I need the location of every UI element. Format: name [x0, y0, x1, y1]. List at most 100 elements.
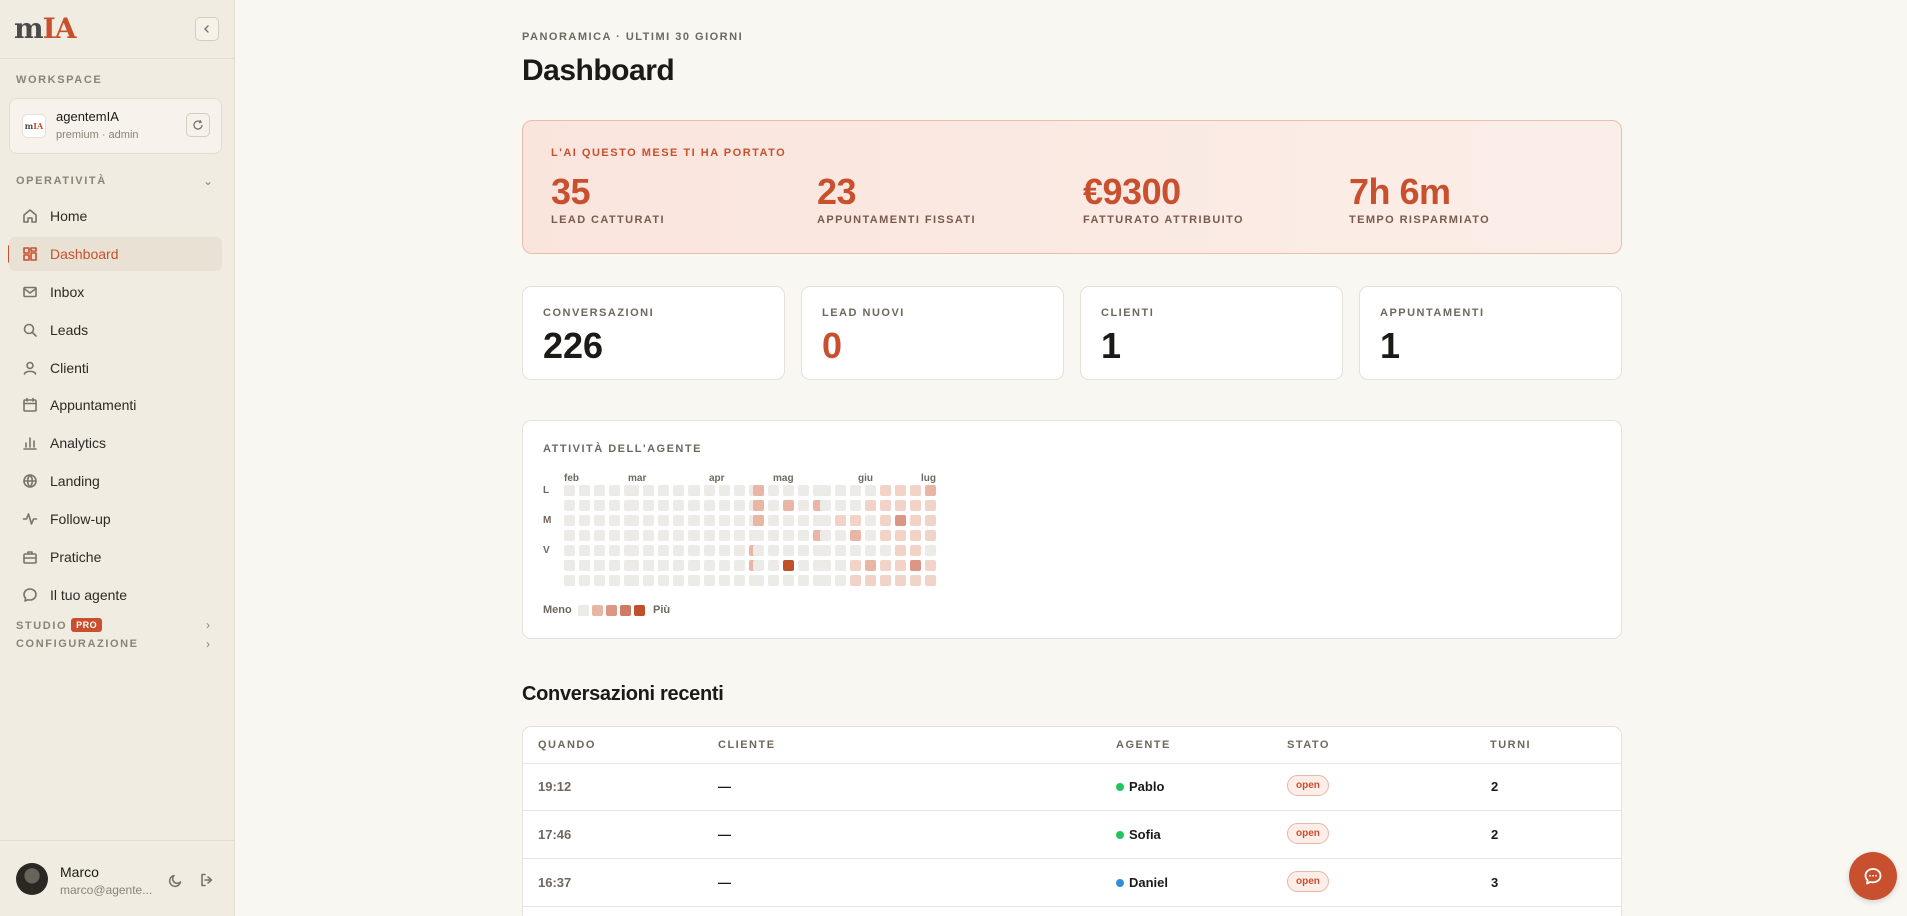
heatmap-cell	[673, 575, 684, 586]
heatmap-cell	[609, 545, 620, 556]
stat-label: APPUNTAMENTI	[1380, 307, 1485, 319]
heatmap-cell	[850, 500, 861, 511]
workspace-switcher[interactable]: m IA agentemIA premium · admin	[9, 98, 222, 154]
heatmap-cell	[704, 575, 715, 586]
refresh-icon	[193, 119, 203, 130]
heatmap-cell	[579, 515, 590, 526]
mail-icon	[23, 286, 37, 298]
heatmap-cell	[564, 530, 575, 541]
heatmap-cell	[704, 560, 715, 571]
heatmap-cell	[643, 575, 654, 586]
heatmap-cell	[609, 485, 620, 496]
heatmap-cell	[704, 500, 715, 511]
sidebar: mIA WORKSPACE m IA agentemIA premium · ad…	[0, 0, 235, 916]
sidebar-item-label: Pratiche	[50, 549, 102, 565]
workspace-refresh-button[interactable]	[186, 113, 210, 137]
sidebar-item-home[interactable]: Home	[9, 199, 222, 233]
sidebar-item-label: Landing	[50, 473, 100, 489]
table-row[interactable]: 19:12 — Pablo open 2	[523, 764, 1621, 811]
theme-toggle-button[interactable]	[168, 872, 184, 888]
avatar[interactable]	[16, 863, 48, 895]
heatmap-cell	[865, 575, 876, 586]
column-header-client[interactable]: CLIENTE	[718, 739, 776, 751]
column-header-when[interactable]: QUANDO	[538, 739, 596, 751]
sidebar-item-label: Home	[50, 208, 88, 224]
workspace-plan: premium · admin	[56, 129, 139, 141]
day-label: L	[543, 485, 550, 496]
sidebar-item-inbox[interactable]: Inbox	[9, 275, 222, 309]
stat-card-appuntamenti[interactable]: APPUNTAMENTI 1	[1359, 286, 1622, 380]
heatmap-cell	[689, 530, 700, 541]
workspace-label: WORKSPACE	[16, 74, 103, 86]
agent-name: Sofia	[1129, 827, 1161, 842]
heatmap-cell	[783, 530, 794, 541]
table-row[interactable]: 16:37 — Daniel open 3	[523, 860, 1621, 907]
chat-launcher-button[interactable]	[1849, 852, 1897, 900]
heatmap-cell	[734, 515, 745, 526]
sidebar-item-label: Dashboard	[50, 246, 119, 262]
sidebar-item-landing[interactable]: Landing	[9, 464, 222, 498]
column-header-turns[interactable]: TURNI	[1490, 739, 1531, 751]
stat-card-conversazioni[interactable]: CONVERSAZIONI 226	[522, 286, 785, 380]
page-eyebrow: PANORAMICA · ULTIMI 30 GIORNI	[522, 31, 744, 43]
heatmap-cell	[850, 575, 861, 586]
metric-label: APPUNTAMENTI FISSATI	[817, 214, 976, 226]
heatmap-cell	[643, 500, 654, 511]
collapse-sidebar-button[interactable]	[195, 17, 219, 41]
sidebar-item-pratiche[interactable]: Pratiche	[9, 540, 222, 574]
heatmap-cell	[783, 500, 794, 511]
sidebar-item-appuntamenti[interactable]: Appuntamenti	[9, 388, 222, 422]
agent-status-dot	[1116, 783, 1124, 791]
studio-label: STUDIO	[16, 620, 68, 632]
sidebar-item-clienti[interactable]: Clienti	[9, 351, 222, 385]
cell-turns: 3	[1491, 875, 1499, 890]
logout-icon	[201, 873, 213, 887]
heatmap-cell	[643, 515, 654, 526]
heatmap-cell	[753, 530, 764, 541]
sidebar-item-leads[interactable]: Leads	[9, 313, 222, 347]
user-email: marco@agente...	[60, 883, 153, 897]
sidebar-item-analytics[interactable]: Analytics	[9, 426, 222, 460]
legend-swatch	[578, 605, 589, 616]
stat-card-lead-nuovi[interactable]: LEAD NUOVI 0	[801, 286, 1064, 380]
heatmap-cell	[820, 500, 831, 511]
sidebar-item-follow-up[interactable]: Follow-up	[9, 502, 222, 536]
heatmap-cell	[734, 500, 745, 511]
globe-icon	[23, 474, 37, 488]
heatmap-cell	[689, 500, 700, 511]
ai-summary-title: L'AI QUESTO MESE TI HA PORTATO	[551, 147, 787, 159]
configurazione-section-toggle[interactable]: CONFIGURAZIONE	[16, 638, 139, 650]
cell-agent: Daniel	[1116, 875, 1168, 890]
operativita-section-toggle[interactable]: OPERATIVITÀ	[16, 175, 107, 187]
chat-icon	[23, 588, 37, 602]
heatmap-cell	[798, 500, 809, 511]
logout-button[interactable]	[199, 872, 215, 888]
column-header-agent[interactable]: AGENTE	[1116, 739, 1171, 751]
studio-section-toggle[interactable]: STUDIO PRO	[16, 618, 103, 632]
heatmap-cell	[783, 575, 794, 586]
heatmap-cell	[628, 545, 639, 556]
heatmap-cell	[910, 575, 921, 586]
stat-value: 0	[822, 325, 843, 366]
legend-swatch	[634, 605, 645, 616]
sidebar-item-dashboard[interactable]: Dashboard	[9, 237, 222, 271]
heatmap-cell	[704, 515, 715, 526]
cell-agent: Pablo	[1116, 779, 1164, 794]
heatmap-cell	[564, 485, 575, 496]
stat-card-clienti[interactable]: CLIENTI 1	[1080, 286, 1343, 380]
heatmap-cell	[689, 560, 700, 571]
table-row[interactable]: 17:46 — Sofia open 2	[523, 812, 1621, 859]
app-logo[interactable]: mIA	[14, 12, 76, 45]
heatmap-cell	[910, 545, 921, 556]
cell-client: —	[718, 827, 731, 842]
heatmap-cell	[798, 530, 809, 541]
sidebar-item-il-tuo-agente[interactable]: Il tuo agente	[9, 578, 222, 612]
heatmap-cell	[798, 515, 809, 526]
workspace-name: agentemIA	[56, 109, 119, 124]
heatmap-cell	[820, 485, 831, 496]
heatmap-cell	[895, 515, 906, 526]
heatmap-cell	[753, 515, 764, 526]
stat-label: LEAD NUOVI	[822, 307, 905, 319]
cell-when: 17:46	[538, 827, 572, 842]
column-header-status[interactable]: STATO	[1287, 739, 1330, 751]
